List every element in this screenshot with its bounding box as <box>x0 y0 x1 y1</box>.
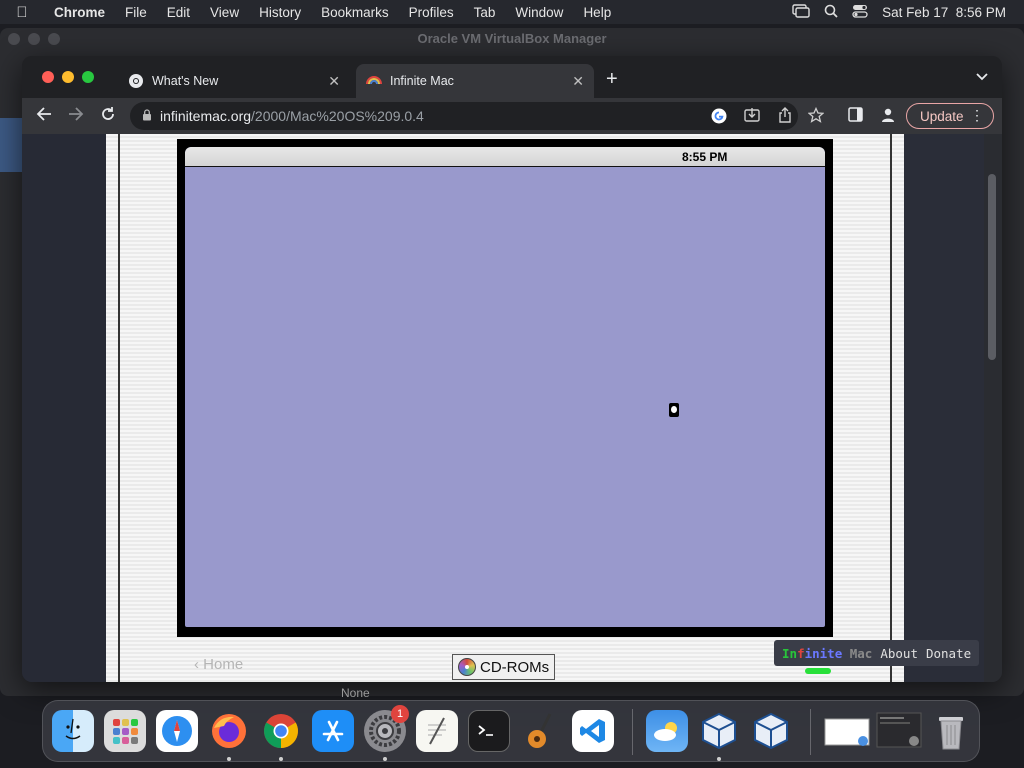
app-store-icon[interactable] <box>312 710 354 752</box>
menu-view[interactable]: View <box>200 5 249 20</box>
install-app-icon[interactable] <box>744 107 760 126</box>
chrome-window: What's New ✕ Infinite Mac ✕ + infinitema… <box>22 56 1002 682</box>
apple-menu-icon[interactable]:  <box>0 4 44 21</box>
virtualbox-icon[interactable] <box>698 710 740 752</box>
macos-menubar:  Chrome File Edit View History Bookmark… <box>0 0 1024 24</box>
vbox-sidebar-selection <box>0 118 22 172</box>
page-background-left <box>22 134 106 682</box>
classic-mac-clock: 8:55 PM <box>682 150 728 164</box>
menu-app-name[interactable]: Chrome <box>44 5 115 20</box>
weather-icon[interactable] <box>646 710 688 752</box>
virtualbox-vm-icon[interactable] <box>750 710 792 752</box>
tab-title: What's New <box>152 74 219 88</box>
chrome-icon[interactable] <box>260 710 302 752</box>
textedit-icon[interactable] <box>416 710 458 752</box>
close-tab-icon[interactable]: ✕ <box>328 73 340 90</box>
garageband-icon[interactable] <box>520 710 562 752</box>
update-button[interactable]: Update ⋮ <box>906 103 994 129</box>
zoom-window-button[interactable] <box>82 71 94 83</box>
cd-roms-button[interactable]: CD-ROMs <box>452 654 556 680</box>
menu-help[interactable]: Help <box>573 5 621 20</box>
vbox-window-title: Oracle VM VirtualBox Manager <box>417 31 607 46</box>
address-bar[interactable]: infinitemac.org/2000/Mac%20OS%209.0.4 <box>130 102 798 130</box>
web-content: 8:55 PM ‹ Home CD-ROMs Infinite Mac Abou… <box>22 134 1002 682</box>
preview-window-icon[interactable] <box>824 710 872 752</box>
running-indicator <box>383 757 387 761</box>
home-link[interactable]: ‹ Home <box>194 656 243 673</box>
tab-title: Infinite Mac <box>390 74 454 88</box>
trash-icon[interactable] <box>930 710 972 752</box>
menubar-clock[interactable]: Sat Feb 17 8:56 PM <box>882 5 1006 20</box>
menu-bookmarks[interactable]: Bookmarks <box>311 5 399 20</box>
tab-strip: What's New ✕ Infinite Mac ✕ + <box>22 56 1002 98</box>
more-menu-icon[interactable]: ⋮ <box>970 107 984 124</box>
google-lens-icon[interactable] <box>710 107 728 128</box>
emulator-screen[interactable]: 8:55 PM <box>185 147 825 627</box>
finder-icon[interactable] <box>52 710 94 752</box>
safari-icon[interactable] <box>156 710 198 752</box>
rainbow-favicon-icon <box>366 76 382 85</box>
url-path: /2000/Mac%20OS%209.0.4 <box>251 108 424 124</box>
dock: 1 <box>42 700 980 762</box>
launchpad-icon[interactable] <box>104 710 146 752</box>
menu-file[interactable]: File <box>115 5 157 20</box>
running-indicator <box>227 757 231 761</box>
dock-separator <box>632 709 633 755</box>
new-tab-icon[interactable]: + <box>606 68 618 91</box>
profile-avatar-icon[interactable] <box>880 107 896 126</box>
close-window-button[interactable] <box>42 71 54 83</box>
donate-link[interactable]: Donate <box>926 646 971 661</box>
dock-separator <box>810 709 811 755</box>
infinite-mac-logo[interactable]: Infinite Mac <box>782 646 872 661</box>
wait-cursor-icon <box>669 403 679 417</box>
scrollbar-thumb[interactable] <box>988 174 996 360</box>
menu-window[interactable]: Window <box>505 5 573 20</box>
minimize-window-button[interactable] <box>62 71 74 83</box>
tab-infinite-mac[interactable]: Infinite Mac ✕ <box>356 64 594 98</box>
menu-history[interactable]: History <box>249 5 311 20</box>
forward-arrow-icon[interactable] <box>68 106 84 127</box>
control-center-icon[interactable] <box>852 4 868 21</box>
case-edge-right <box>890 134 892 682</box>
tab-search-chevron-icon[interactable] <box>976 70 988 84</box>
background-window-text: None <box>341 686 370 700</box>
screen-mirroring-icon[interactable] <box>792 3 810 21</box>
chrome-favicon-icon <box>129 74 143 88</box>
running-indicator <box>717 757 721 761</box>
cd-disc-icon <box>458 658 476 676</box>
tab-whats-new[interactable]: What's New ✕ <box>118 64 350 98</box>
firefox-icon[interactable] <box>208 710 250 752</box>
terminal-icon[interactable] <box>468 710 510 752</box>
drive-activity-led <box>805 668 831 674</box>
cd-roms-label: CD-ROMs <box>480 658 550 676</box>
lock-icon[interactable] <box>142 108 152 124</box>
bookmark-star-icon[interactable] <box>807 106 825 126</box>
update-label: Update <box>920 108 964 124</box>
infinite-mac-footer: Infinite Mac About Donate <box>774 640 980 666</box>
back-arrow-icon[interactable] <box>36 106 52 127</box>
classic-mac-menubar[interactable]: 8:55 PM <box>185 147 825 167</box>
menu-profiles[interactable]: Profiles <box>399 5 464 20</box>
spotlight-search-icon[interactable] <box>824 4 838 21</box>
menu-edit[interactable]: Edit <box>157 5 200 20</box>
page-background-right <box>904 134 984 682</box>
menu-tab[interactable]: Tab <box>464 5 506 20</box>
close-tab-icon[interactable]: ✕ <box>572 73 584 90</box>
side-panel-icon[interactable] <box>848 107 863 125</box>
reload-icon[interactable] <box>100 106 116 127</box>
screenshot-window-icon[interactable] <box>876 710 924 752</box>
url-host: infinitemac.org <box>160 108 252 124</box>
share-icon[interactable] <box>778 107 792 126</box>
about-link[interactable]: About <box>880 646 918 661</box>
browser-toolbar: infinitemac.org/2000/Mac%20OS%209.0.4 Up… <box>22 98 1002 134</box>
running-indicator <box>279 757 283 761</box>
case-edge-left <box>118 134 120 682</box>
vscode-icon[interactable] <box>572 710 614 752</box>
notification-badge: 1 <box>391 705 409 723</box>
